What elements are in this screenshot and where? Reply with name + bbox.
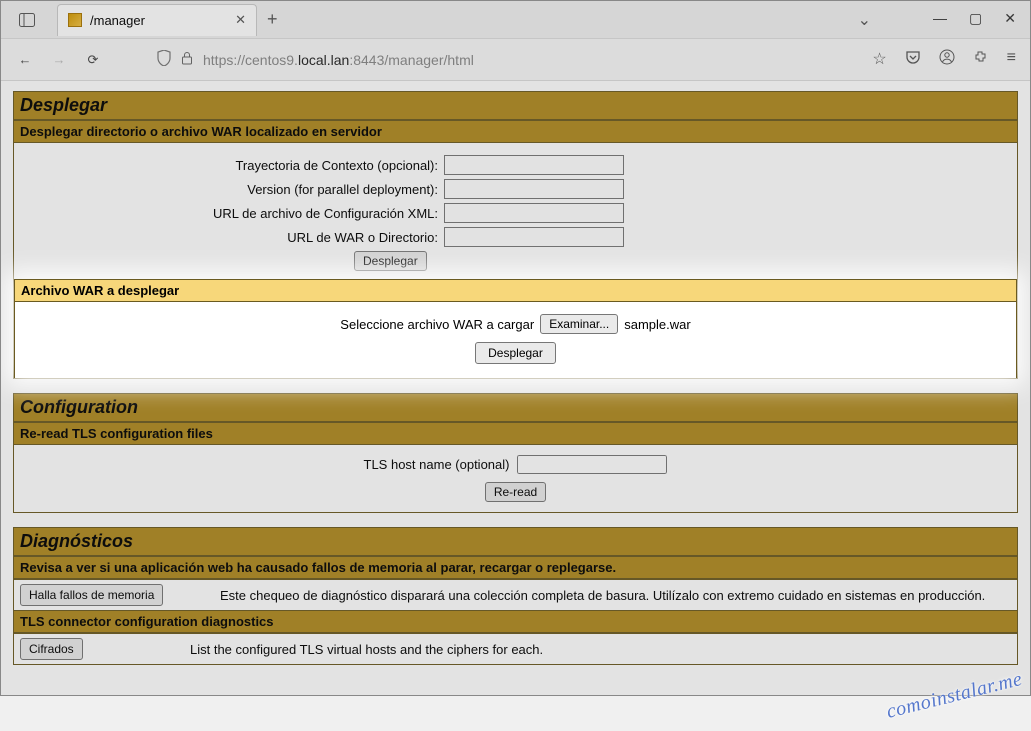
menu-icon[interactable]: ≡: [1007, 49, 1016, 70]
selected-file-name: sample.war: [624, 317, 690, 332]
bookmark-star-icon[interactable]: ☆: [872, 49, 886, 70]
war-url-label: URL de WAR o Directorio:: [24, 230, 444, 245]
config-subtitle: Re-read TLS configuration files: [14, 422, 1017, 445]
lock-icon: [181, 51, 193, 68]
tab-close-icon[interactable]: ✕: [235, 12, 246, 28]
diag-table-2: Cifrados List the configured TLS virtual…: [14, 633, 1017, 664]
deploy-server-subtitle: Desplegar directorio o archivo WAR local…: [14, 120, 1017, 143]
tls-host-input[interactable]: [517, 455, 667, 474]
diagnostics-panel: Diagnósticos Revisa a ver si una aplicac…: [13, 527, 1018, 665]
config-panel: Configuration Re-read TLS configuration …: [13, 393, 1018, 513]
diag-sub1: Revisa a ver si una aplicación web ha ca…: [14, 556, 1017, 579]
deploy-server-form: Trayectoria de Contexto (opcional): Vers…: [14, 143, 1017, 279]
war-upload-section: Archivo WAR a desplegar Seleccione archi…: [14, 279, 1017, 378]
deploy-title: Desplegar: [14, 92, 1017, 120]
shield-icon: [157, 50, 171, 69]
pocket-icon[interactable]: [905, 49, 921, 70]
reload-button[interactable]: ⟳: [83, 52, 103, 68]
diag-sub2: TLS connector configuration diagnostics: [14, 610, 1017, 633]
extensions-icon[interactable]: [973, 49, 989, 70]
leak-description: Este chequeo de diagnóstico disparará un…: [214, 580, 1017, 611]
context-path-label: Trayectoria de Contexto (opcional):: [24, 158, 444, 173]
browser-window: /manager ✕ + ⌄ — ▢ ✕ ← → ⟳ https://cento…: [0, 0, 1031, 696]
deploy-panel: Desplegar Desplegar directorio o archivo…: [13, 91, 1018, 379]
address-bar[interactable]: https://centos9.local.lan:8443/manager/h…: [157, 50, 474, 69]
account-icon[interactable]: [939, 49, 955, 70]
table-row: Cifrados List the configured TLS virtual…: [14, 634, 1017, 665]
ciphers-button[interactable]: Cifrados: [20, 638, 83, 660]
new-tab-button[interactable]: +: [267, 9, 278, 30]
maximize-button[interactable]: ▢: [969, 10, 982, 30]
xml-url-input[interactable]: [444, 203, 624, 223]
war-upload-subtitle: Archivo WAR a desplegar: [15, 279, 1016, 302]
config-title: Configuration: [14, 394, 1017, 422]
forward-button[interactable]: →: [49, 52, 69, 67]
url-text: https://centos9.local.lan:8443/manager/h…: [203, 52, 474, 68]
reread-button[interactable]: Re-read: [485, 482, 546, 502]
url-toolbar: ← → ⟳ https://centos9.local.lan:8443/man…: [1, 39, 1030, 81]
sidebar-toggle-icon[interactable]: [15, 8, 39, 32]
deploy-server-button[interactable]: Desplegar: [354, 251, 427, 271]
diag-title: Diagnósticos: [14, 528, 1017, 556]
cipher-description: List the configured TLS virtual hosts an…: [184, 634, 1017, 665]
page-content: Desplegar Desplegar directorio o archivo…: [1, 81, 1030, 695]
diag-table: Halla fallos de memoria Este chequeo de …: [14, 579, 1017, 610]
browse-button[interactable]: Examinar...: [540, 314, 618, 334]
table-row: Halla fallos de memoria Este chequeo de …: [14, 580, 1017, 611]
tab-favicon-icon: [68, 13, 82, 27]
version-input[interactable]: [444, 179, 624, 199]
browser-tab[interactable]: /manager ✕: [57, 4, 257, 36]
find-leaks-button[interactable]: Halla fallos de memoria: [20, 584, 163, 606]
titlebar: /manager ✕ + ⌄ — ▢ ✕: [1, 1, 1030, 39]
deploy-war-button[interactable]: Desplegar: [475, 342, 556, 364]
back-button[interactable]: ←: [15, 52, 35, 67]
war-url-input[interactable]: [444, 227, 624, 247]
context-path-input[interactable]: [444, 155, 624, 175]
close-window-button[interactable]: ✕: [1004, 10, 1016, 30]
window-controls: ⌄ — ▢ ✕: [858, 10, 1030, 30]
version-label: Version (for parallel deployment):: [24, 182, 444, 197]
tab-title: /manager: [90, 13, 145, 28]
tab-overflow-icon[interactable]: ⌄: [858, 10, 871, 30]
war-select-label: Seleccione archivo WAR a cargar: [340, 317, 534, 332]
xml-url-label: URL de archivo de Configuración XML:: [24, 206, 444, 221]
tls-host-label: TLS host name (optional): [364, 457, 510, 472]
minimize-button[interactable]: —: [933, 10, 947, 30]
